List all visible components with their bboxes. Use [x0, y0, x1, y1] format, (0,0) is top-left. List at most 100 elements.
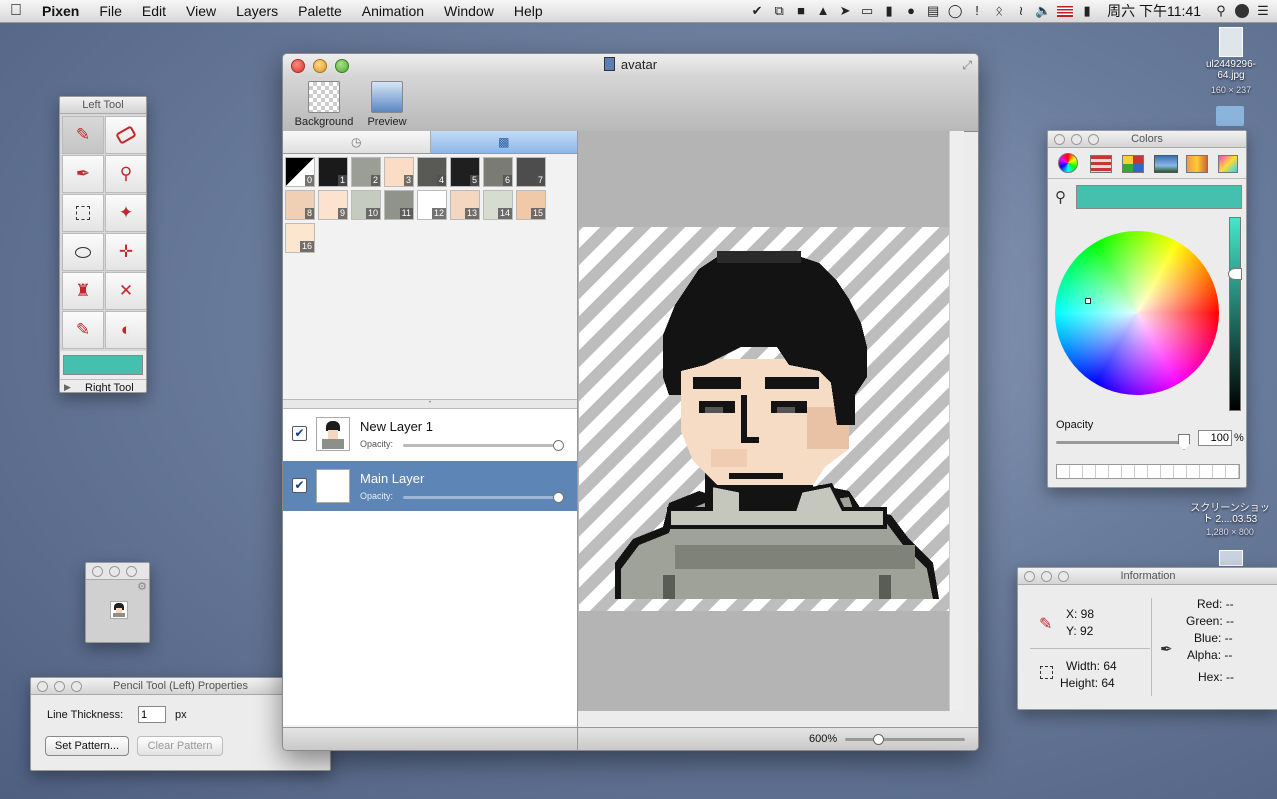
image-palette-mode-icon[interactable] [1154, 155, 1178, 173]
current-color-swatch[interactable] [1076, 185, 1242, 209]
brightness-slider[interactable] [1228, 217, 1242, 411]
canvas[interactable] [579, 227, 963, 611]
slider-knob[interactable] [873, 734, 884, 745]
alert-icon[interactable]: ! [969, 3, 985, 19]
color-wheel-mode-icon[interactable] [1058, 153, 1078, 173]
palette-swatch[interactable]: 11 [384, 190, 414, 220]
spectrum-mode-icon[interactable] [1218, 155, 1238, 173]
close-icon[interactable] [92, 566, 103, 577]
line-tool[interactable]: ✕ [105, 272, 146, 310]
menu-window[interactable]: Window [434, 0, 504, 22]
wifi-icon[interactable]: ≀ [1013, 3, 1029, 19]
rectangle-tool[interactable]: ✎ [62, 311, 104, 349]
ellipse-tool[interactable]: ◐ [105, 311, 146, 349]
palette-swatch[interactable]: 16 [285, 223, 315, 253]
crayons-mode-icon[interactable] [1186, 155, 1208, 173]
magnifier-icon[interactable]: ⚲ [1055, 188, 1066, 206]
palette-swatch[interactable]: 13 [450, 190, 480, 220]
folder-icon[interactable]: ■ [793, 3, 809, 19]
slider-knob[interactable] [1178, 434, 1190, 450]
hat-icon[interactable]: ▲ [815, 3, 831, 19]
slider-knob[interactable] [553, 440, 564, 451]
opacity-slider[interactable] [1056, 434, 1190, 450]
copy-icon[interactable]: ⧉ [771, 3, 787, 19]
eraser-tool[interactable] [105, 116, 146, 154]
slider-knob[interactable] [1228, 268, 1242, 280]
app-menu[interactable]: Pixen [32, 0, 89, 22]
sliders-mode-icon[interactable] [1090, 155, 1112, 173]
menu-view[interactable]: View [176, 0, 226, 22]
palette-swatch[interactable]: 0 [285, 157, 315, 187]
zoom-tool[interactable]: ⚲ [105, 155, 146, 193]
zoom-window-icon[interactable] [1058, 571, 1069, 582]
palette-swatch[interactable]: 14 [483, 190, 513, 220]
memory-icon[interactable]: ▤ [925, 3, 941, 19]
menu-help[interactable]: Help [504, 0, 553, 22]
palette-swatch[interactable]: 1 [318, 157, 348, 187]
desktop-screenshot-icon[interactable] [1219, 550, 1243, 566]
palette-swatch[interactable]: 3 [384, 157, 414, 187]
close-icon[interactable] [37, 681, 48, 692]
eyedropper-tool[interactable]: ✒ [62, 155, 104, 193]
minimize-icon[interactable] [1041, 571, 1052, 582]
palette-swatch[interactable]: 12 [417, 190, 447, 220]
palette-swatch[interactable]: 2 [351, 157, 381, 187]
color-picker-marker[interactable] [1085, 298, 1091, 304]
minimize-icon[interactable] [313, 59, 327, 73]
palette-swatch[interactable]: 9 [318, 190, 348, 220]
pencil-tool[interactable]: ✎ [62, 116, 104, 154]
menu-animation[interactable]: Animation [352, 0, 434, 22]
gear-icon[interactable]: ⚙ [137, 580, 147, 593]
tab-palette[interactable]: ▩ [430, 131, 577, 153]
checkmark-circle-icon[interactable]: ✔ [749, 3, 765, 19]
layer-visibility-checkbox[interactable]: ✔ [292, 478, 307, 493]
apple-menu-icon[interactable]:  [0, 0, 32, 22]
palette-swatch[interactable]: 4 [417, 157, 447, 187]
zoom-window-icon[interactable] [1088, 134, 1099, 145]
fill-tool[interactable]: ♜ [62, 272, 104, 310]
palette-swatch[interactable]: 6 [483, 157, 513, 187]
close-icon[interactable] [1054, 134, 1065, 145]
color-wheel[interactable] [1055, 231, 1219, 395]
close-icon[interactable] [1024, 571, 1035, 582]
cursor-icon[interactable]: ➤ [837, 3, 853, 19]
menu-layers[interactable]: Layers [226, 0, 288, 22]
line-thickness-input[interactable] [138, 706, 166, 723]
bluetooth-icon[interactable]: ᛟ [991, 3, 1007, 19]
move-tool[interactable]: ✛ [105, 233, 146, 271]
minimize-icon[interactable] [1071, 134, 1082, 145]
canvas-scroll-area[interactable] [578, 131, 964, 711]
opacity-input[interactable] [1198, 430, 1232, 446]
splitter[interactable]: • [283, 399, 577, 409]
zoom-window-icon[interactable] [71, 681, 82, 692]
menu-palette[interactable]: Palette [288, 0, 352, 22]
battery-outline-icon[interactable]: ▭ [859, 3, 875, 19]
layer-opacity-slider[interactable] [403, 492, 564, 503]
magic-wand-tool[interactable]: ✦ [105, 194, 146, 232]
layer-visibility-checkbox[interactable]: ✔ [292, 426, 307, 441]
notification-list-icon[interactable]: ☰ [1255, 3, 1271, 19]
clock[interactable]: 周六 下午11:41 [1107, 1, 1201, 21]
layer-row[interactable]: ✔ New Layer 1 Opacity: [283, 409, 577, 459]
minimize-icon[interactable] [54, 681, 65, 692]
zoom-window-icon[interactable] [126, 566, 137, 577]
palette-swatch[interactable]: 5 [450, 157, 480, 187]
minimize-icon[interactable] [109, 566, 120, 577]
set-pattern-button[interactable]: Set Pattern... [45, 736, 129, 756]
palette-swatch[interactable]: 8 [285, 190, 315, 220]
left-tool-color-well[interactable] [63, 355, 143, 375]
vertical-scrollbar[interactable] [949, 131, 964, 711]
right-tool-disclosure[interactable]: ▶ Right Tool [60, 379, 146, 392]
user-icon[interactable] [1235, 4, 1249, 18]
swatch-strip[interactable] [1056, 464, 1240, 479]
fullscreen-icon[interactable]: ⤢ [962, 54, 972, 76]
menu-edit[interactable]: Edit [132, 0, 176, 22]
layer-opacity-slider[interactable] [403, 440, 564, 451]
chat-bubble-icon[interactable]: ◯ [947, 3, 963, 19]
close-icon[interactable] [291, 59, 305, 73]
palette-swatch[interactable]: 10 [351, 190, 381, 220]
selection-tool[interactable] [62, 194, 104, 232]
palette-swatch[interactable]: 15 [516, 190, 546, 220]
palettes-mode-icon[interactable] [1122, 155, 1144, 173]
layer-row[interactable]: ✔ Main Layer Opacity: [283, 461, 577, 511]
